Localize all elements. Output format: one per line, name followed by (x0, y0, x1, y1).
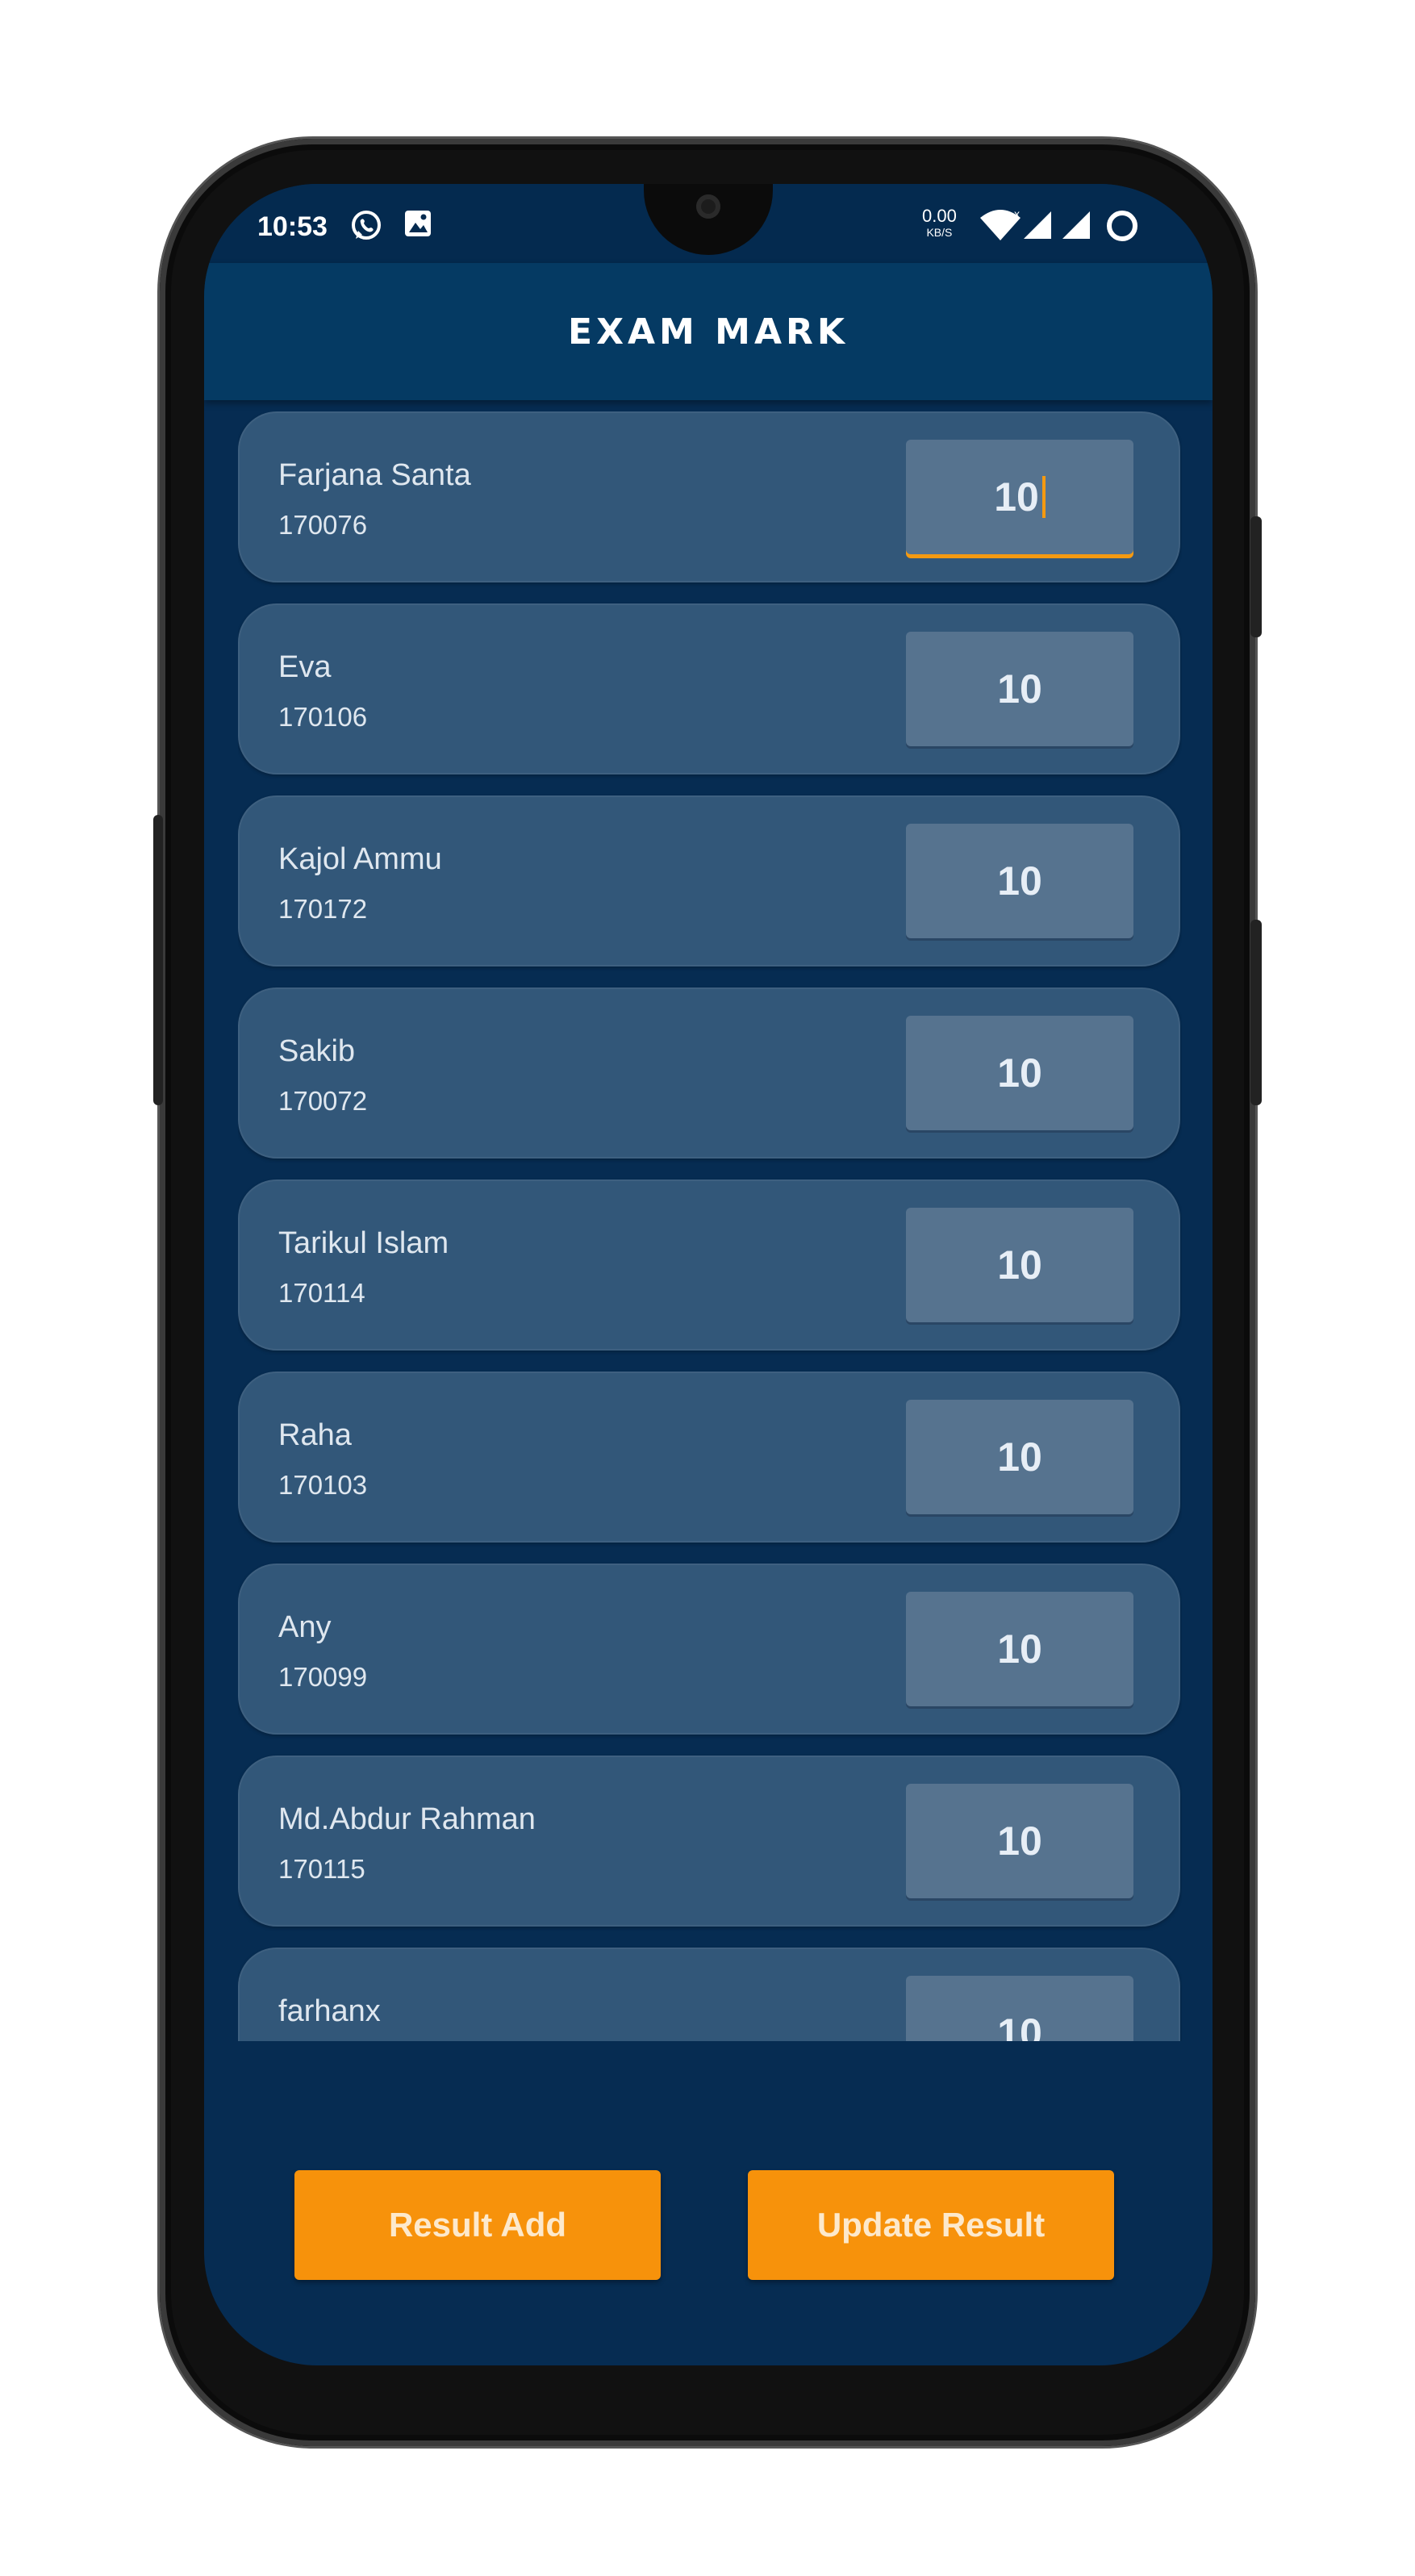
power-button (1250, 516, 1262, 637)
student-card: farhanx 10 (238, 1948, 1180, 2041)
mark-input[interactable]: 10 (906, 440, 1133, 554)
student-id: 170099 (278, 1662, 368, 1692)
svg-text:x: x (1014, 208, 1020, 220)
student-name: Raha (278, 1418, 352, 1452)
loading-ring-icon (1104, 208, 1140, 251)
student-name: Sakib (278, 1034, 356, 1068)
student-card: Tarikul Islam 170114 10 (238, 1179, 1180, 1351)
page-title: EXAM MARK (568, 311, 849, 353)
student-card: Any 170099 10 (238, 1564, 1180, 1735)
screen: 10:53 0.00 KB/S x EXAM MARK Farjana Sant… (204, 184, 1213, 2365)
student-name: Farjana Santa (278, 458, 471, 492)
wifi-icon: x (979, 207, 1022, 249)
mark-input[interactable]: 10 (906, 632, 1133, 746)
student-id: 170103 (278, 1470, 368, 1500)
student-id: 170172 (278, 894, 368, 924)
volume-button (1250, 920, 1262, 1105)
student-id: 170106 (278, 702, 368, 732)
whatsapp-icon (349, 208, 383, 249)
mark-input[interactable]: 10 (906, 1976, 1133, 2041)
student-id: 170115 (278, 1854, 365, 1884)
student-card: Md.Abdur Rahman 170115 10 (238, 1756, 1180, 1927)
student-list[interactable]: Farjana Santa 170076 10 Eva 170106 10 Ka… (238, 411, 1182, 2041)
signal-icon (1021, 208, 1054, 249)
mark-value: 10 (997, 1434, 1042, 1480)
net-speed: 0.00 KB/S (922, 206, 957, 240)
mark-input[interactable]: 10 (906, 1016, 1133, 1130)
mark-input[interactable]: 10 (906, 824, 1133, 938)
image-icon (403, 208, 433, 246)
student-card: Kajol Ammu 170172 10 (238, 795, 1180, 967)
result-add-button[interactable]: Result Add (294, 2170, 661, 2280)
update-result-label: Update Result (816, 2206, 1046, 2244)
student-id: 170114 (278, 1278, 365, 1308)
mark-value: 10 (997, 2010, 1042, 2041)
mark-value: 10 (994, 474, 1039, 520)
mark-input[interactable]: 10 (906, 1784, 1133, 1898)
net-speed-unit: KB/S (926, 226, 953, 239)
student-card: Raha 170103 10 (238, 1372, 1180, 1543)
student-id: 170072 (278, 1086, 368, 1116)
mark-value: 10 (997, 1050, 1042, 1096)
student-name: Md.Abdur Rahman (278, 1802, 536, 1836)
status-bar: 10:53 0.00 KB/S x (204, 184, 1213, 263)
mark-value: 10 (997, 1818, 1042, 1864)
mark-input[interactable]: 10 (906, 1400, 1133, 1514)
mark-value: 10 (997, 1626, 1042, 1672)
result-add-label: Result Add (388, 2206, 567, 2244)
student-name: Eva (278, 650, 332, 684)
student-name: farhanx (278, 1994, 381, 2028)
student-card: Farjana Santa 170076 10 (238, 411, 1180, 582)
mark-input[interactable]: 10 (906, 1208, 1133, 1322)
mark-value: 10 (997, 666, 1042, 712)
student-name: Any (278, 1610, 332, 1644)
mark-input[interactable]: 10 (906, 1592, 1133, 1706)
student-id: 170076 (278, 510, 368, 540)
student-card: Eva 170106 10 (238, 603, 1180, 774)
net-speed-value: 0.00 (922, 206, 957, 226)
status-time: 10:53 (257, 211, 328, 242)
update-result-button[interactable]: Update Result (748, 2170, 1114, 2280)
student-card: Sakib 170072 10 (238, 987, 1180, 1159)
student-name: Tarikul Islam (278, 1226, 449, 1260)
signal-icon (1059, 208, 1093, 249)
mark-value: 10 (997, 858, 1042, 904)
text-caret (1041, 476, 1046, 518)
front-camera (696, 194, 720, 219)
mark-value: 10 (997, 1242, 1042, 1288)
student-name: Kajol Ammu (278, 842, 442, 876)
app-bar: EXAM MARK (204, 263, 1213, 400)
side-button (153, 815, 163, 1105)
